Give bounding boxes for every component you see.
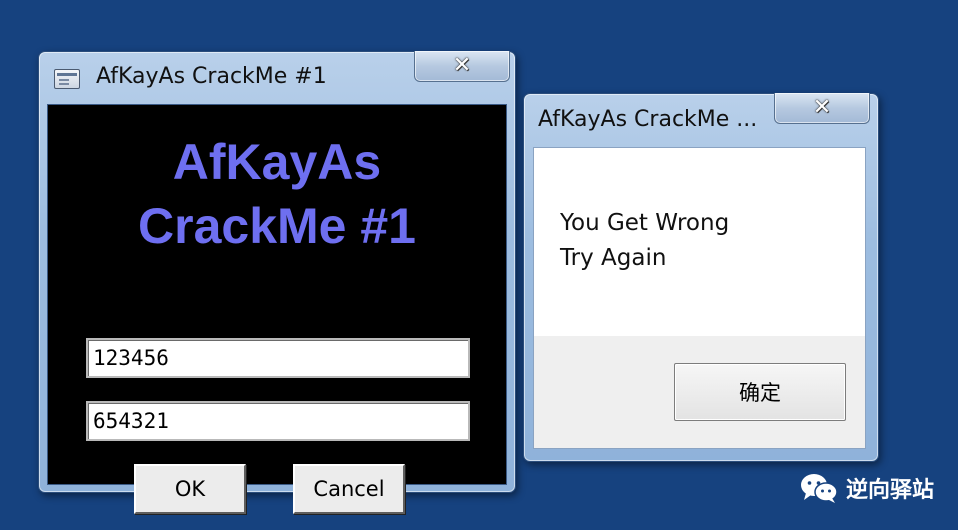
crackme-close-button[interactable]: ✕ [414,51,510,82]
message-box-content: You Get Wrong Try Again 确定 [533,147,866,449]
message-line-1: You Get Wrong [560,210,730,236]
message-box-close-button[interactable]: ✕ [774,93,870,124]
app-window-icon [54,69,80,89]
crackme-heading-line1: AfKayAs [172,134,382,190]
confirm-button[interactable]: 确定 [674,363,846,421]
message-line-2: Try Again [560,245,667,271]
message-box-titlebar[interactable]: AfKayAs CrackMe ... ✕ [524,93,878,142]
close-icon: ✕ [812,95,832,120]
watermark: 逆向驿站 [800,472,934,504]
crackme-titlebar[interactable]: AfKayAs CrackMe #1 ✕ [39,51,515,100]
name-field[interactable] [86,338,470,378]
watermark-text: 逆向驿站 [845,478,934,503]
crackme-heading-line2: CrackMe #1 [138,198,416,254]
serial-field[interactable] [86,401,470,441]
cancel-button[interactable]: Cancel [293,464,405,514]
crackme-client-area: AfKayAs CrackMe #1 OK Cancel [47,104,507,514]
crackme-window-title: AfKayAs CrackMe #1 [96,64,327,89]
message-box-window: AfKayAs CrackMe ... ✕ You Get Wrong Try … [523,93,879,462]
crackme-window: AfKayAs CrackMe #1 ✕ AfKayAs CrackMe #1 … [38,51,516,514]
ok-button[interactable]: OK [134,464,246,514]
close-icon: ✕ [452,53,472,78]
wechat-icon [800,474,838,503]
message-box-title: AfKayAs CrackMe ... [538,107,758,132]
